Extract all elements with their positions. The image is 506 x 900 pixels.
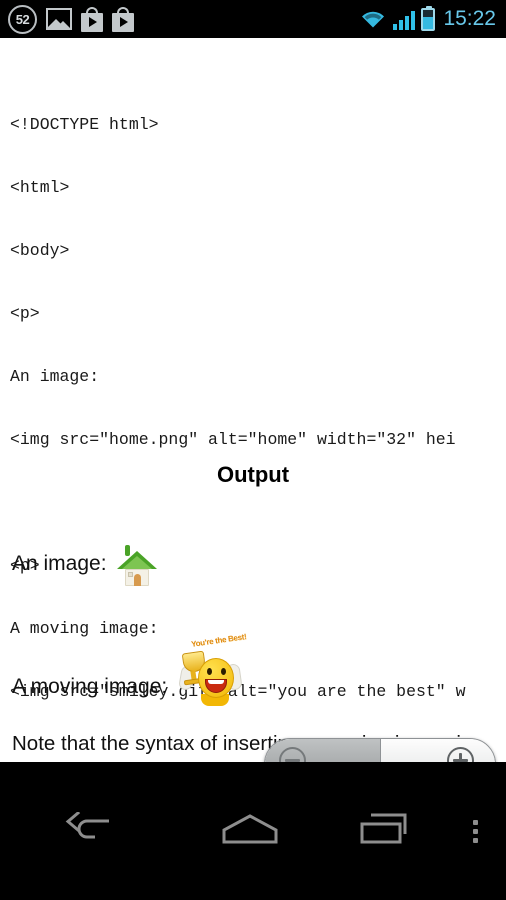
zoom-out-button[interactable] xyxy=(265,739,381,762)
android-device-screen: 52 15:22 <!DOCTYPE html> <html> <body> <… xyxy=(0,0,506,900)
code-line: <html> xyxy=(10,178,70,197)
nav-back-button[interactable] xyxy=(0,762,175,900)
house-window xyxy=(127,572,133,577)
output-row-an-image: An image: xyxy=(12,543,157,586)
menu-dot xyxy=(473,837,478,843)
signal-icon xyxy=(393,8,416,30)
home-icon xyxy=(222,813,278,849)
play-triangle-icon xyxy=(120,16,128,27)
recent-apps-icon xyxy=(359,812,411,851)
battery-icon xyxy=(421,5,436,31)
menu-dot xyxy=(473,828,478,834)
zoom-out-icon xyxy=(279,747,313,762)
zoom-in-button[interactable] xyxy=(380,739,495,762)
house-roof-inner xyxy=(121,556,152,569)
nav-recent-apps-button[interactable] xyxy=(325,762,445,900)
play-store-icon xyxy=(112,6,134,32)
menu-dot xyxy=(473,819,478,825)
house-door xyxy=(133,574,141,586)
nav-home-button[interactable] xyxy=(175,762,325,900)
status-bar-right-icons: 15:22 xyxy=(359,5,496,31)
overflow-menu-icon xyxy=(473,819,478,843)
home-house-icon xyxy=(116,543,157,587)
smiley-trophy-icon: You're the Best! xyxy=(177,632,249,710)
wifi-icon xyxy=(359,8,387,30)
navigation-bar xyxy=(0,762,506,900)
zoom-control[interactable] xyxy=(264,738,496,762)
status-bar-clock: 15:22 xyxy=(443,7,496,30)
a-moving-image-label: A moving image: xyxy=(12,675,168,698)
nav-overflow-menu-button[interactable] xyxy=(445,762,506,900)
output-row-a-moving-image: A moving image: You're the Best! xyxy=(12,632,249,706)
battery-fill xyxy=(423,16,434,29)
an-image-label: An image: xyxy=(12,552,107,575)
code-line: <p> xyxy=(10,304,40,323)
play-triangle-icon xyxy=(89,16,97,27)
notification-count-badge: 52 xyxy=(8,4,37,34)
status-bar-left-icons: 52 xyxy=(8,4,359,34)
zoom-in-icon xyxy=(447,747,481,762)
code-line: <img src="home.png" alt="home" width="32… xyxy=(10,430,456,449)
code-line: An image: xyxy=(10,367,100,386)
code-line: <!DOCTYPE html> xyxy=(10,115,159,134)
code-line: <body> xyxy=(10,241,70,260)
back-arrow-icon xyxy=(62,810,114,851)
play-store-icon xyxy=(81,6,103,32)
plus-bar-vertical xyxy=(459,752,462,762)
webview-content[interactable]: <!DOCTYPE html> <html> <body> <p> An ima… xyxy=(0,38,506,762)
output-heading: Output xyxy=(216,462,290,487)
gallery-icon xyxy=(46,8,72,30)
status-bar: 52 15:22 xyxy=(0,0,506,38)
